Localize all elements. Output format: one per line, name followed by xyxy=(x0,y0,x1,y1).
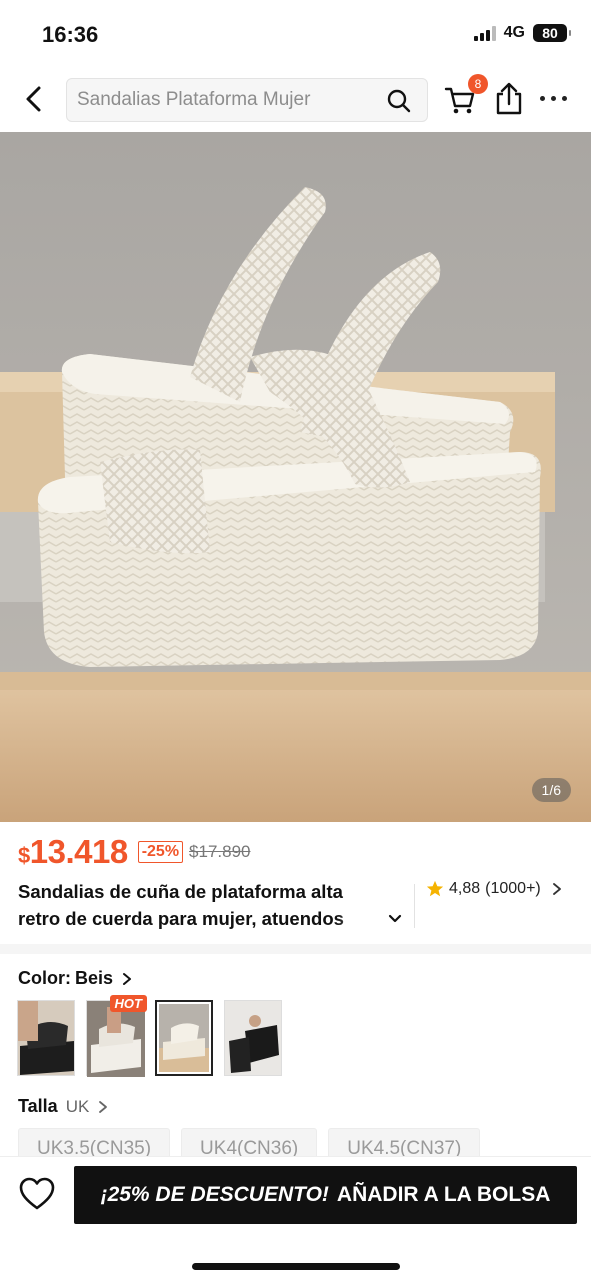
image-pager: 1/6 xyxy=(531,778,571,802)
back-arrow-icon[interactable] xyxy=(20,84,50,114)
color-swatch-black[interactable] xyxy=(17,1000,75,1076)
size-unit: UK xyxy=(65,1096,90,1116)
size-selector-label[interactable]: Talla UK xyxy=(18,1096,109,1117)
product-photo xyxy=(0,132,591,822)
review-count: (1000+) xyxy=(485,880,541,897)
star-icon xyxy=(426,880,444,897)
color-swatch-white-hot[interactable]: HOT xyxy=(86,995,147,1077)
current-price: $13.418 xyxy=(18,833,128,871)
battery-level: 80 xyxy=(542,25,558,41)
color-swatch-beige-selected[interactable] xyxy=(155,1000,213,1076)
search-input[interactable] xyxy=(77,79,377,121)
promo-label: ¡25% DE DESCUENTO! xyxy=(100,1183,329,1206)
chevron-right-icon xyxy=(123,972,132,985)
status-indicators: 4G 80 xyxy=(473,24,571,42)
search-icon[interactable] xyxy=(387,89,411,113)
rating-summary[interactable]: 4,88 (1000+) xyxy=(426,880,564,898)
top-nav: 8 xyxy=(0,74,591,126)
discount-badge: -25% xyxy=(137,841,184,863)
status-bar: 16:36 4G 80 xyxy=(0,0,591,68)
color-label: Color: xyxy=(18,968,71,988)
original-price: $17.890 xyxy=(189,842,251,861)
chevron-right-icon xyxy=(99,1100,108,1113)
battery-icon: 80 xyxy=(533,24,571,42)
more-options-icon[interactable] xyxy=(540,88,572,108)
add-to-bag-button[interactable]: ¡25% DE DESCUENTO! AÑADIR A LA BOLSA xyxy=(74,1166,577,1224)
product-title-line2: retro de cuerda para mujer, atuendos xyxy=(18,908,344,929)
price-value: 13.418 xyxy=(29,833,128,870)
chevron-down-icon[interactable] xyxy=(386,909,404,927)
divider xyxy=(414,884,415,928)
size-label: Talla xyxy=(18,1096,58,1116)
section-separator xyxy=(0,944,591,954)
color-selector-label[interactable]: Color: Beis xyxy=(18,968,133,989)
hot-badge: HOT xyxy=(109,995,147,1012)
network-type: 4G xyxy=(503,24,525,41)
currency-symbol: $ xyxy=(18,843,30,868)
color-value: Beis xyxy=(75,968,114,988)
signal-icon xyxy=(473,25,496,41)
chevron-right-icon xyxy=(552,883,561,895)
cart-badge: 8 xyxy=(468,74,488,94)
add-to-bag-label: AÑADIR A LA BOLSA xyxy=(336,1183,551,1206)
share-icon[interactable] xyxy=(494,82,524,116)
rating-value: 4,88 xyxy=(449,880,481,897)
product-title-line1: Sandalias de cuña de plataforma alta xyxy=(18,881,343,902)
product-image[interactable] xyxy=(0,132,591,822)
status-time: 16:36 xyxy=(42,22,99,47)
color-swatch-black-2[interactable] xyxy=(224,1000,282,1076)
product-title[interactable]: Sandalias de cuña de plataforma alta ret… xyxy=(18,878,404,932)
search-bar[interactable] xyxy=(66,78,428,122)
bottom-action-bar: ¡25% DE DESCUENTO! AÑADIR A LA BOLSA xyxy=(0,1156,591,1280)
heart-icon[interactable] xyxy=(18,1175,56,1213)
price-row: $13.418 -25% $17.890 xyxy=(18,832,251,872)
home-indicator xyxy=(192,1263,400,1270)
color-swatches: HOT xyxy=(17,995,282,1077)
